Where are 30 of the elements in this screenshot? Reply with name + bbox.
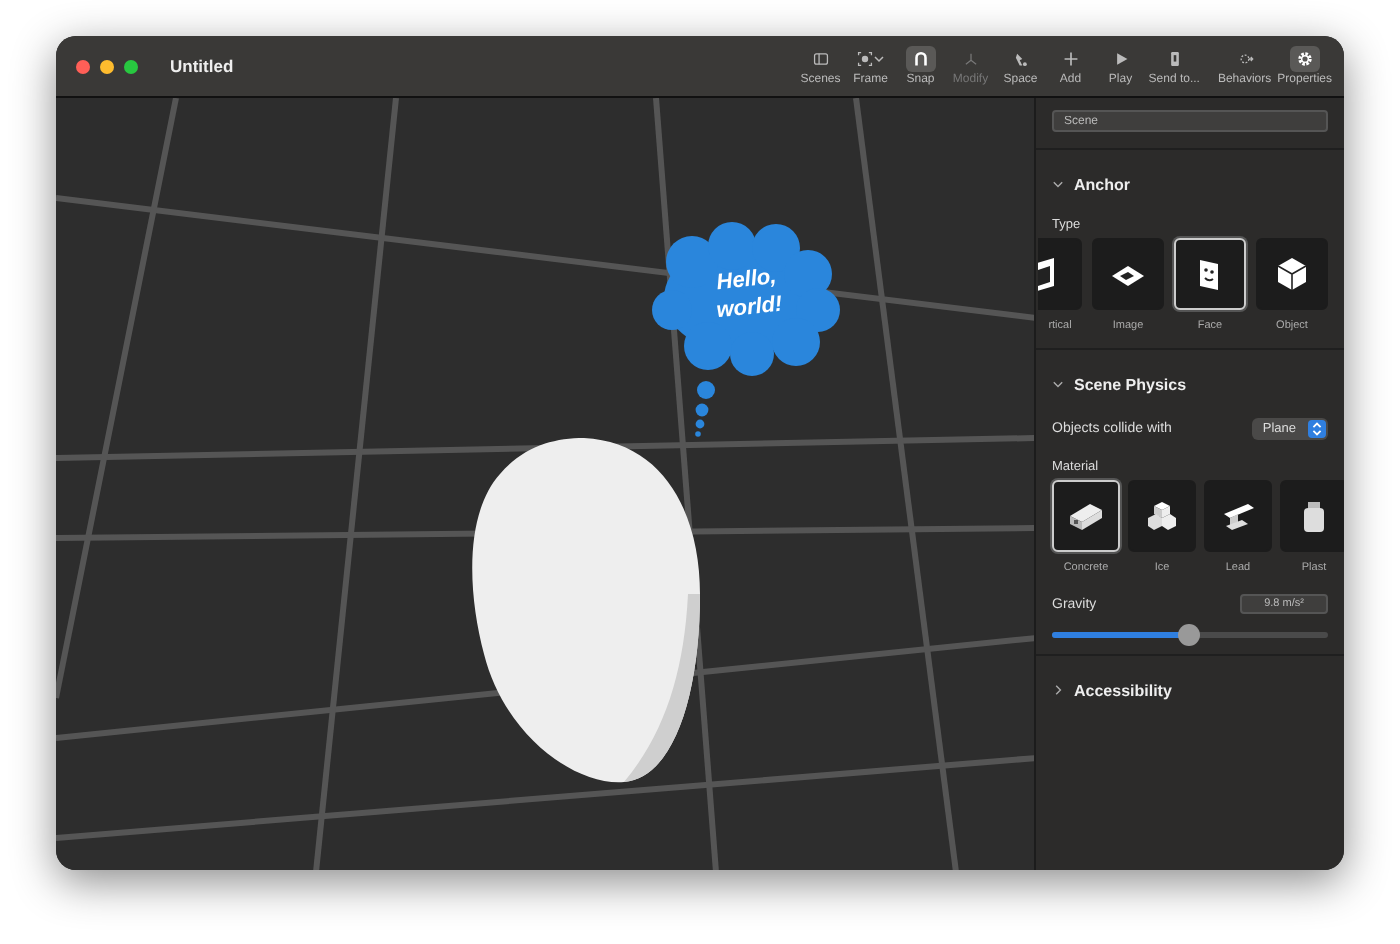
phone-icon [1165, 50, 1184, 68]
axes-icon [961, 50, 980, 68]
bubble-text: Hello, world! [713, 263, 786, 328]
magnet-icon [911, 50, 930, 68]
ice-cubes-icon [1142, 496, 1182, 536]
zoom-button[interactable] [124, 59, 138, 73]
anchor-type-tile[interactable] [1256, 238, 1328, 310]
behaviors-icon [1235, 50, 1254, 68]
window-title: Untitled [170, 56, 236, 76]
material-tile[interactable] [1280, 480, 1344, 552]
settings-icon [1295, 50, 1314, 68]
up-down-chevron-icon [1308, 420, 1326, 438]
anchor-type-tile[interactable] [1092, 238, 1164, 310]
cursor-icon [1011, 50, 1030, 68]
minimize-button[interactable] [100, 59, 114, 73]
sidebar-icon [811, 50, 830, 68]
chevron-icon [1052, 378, 1064, 390]
chevron-icon [1052, 178, 1064, 190]
section-header[interactable]: Scene Physics [1052, 370, 1187, 398]
chevron-icon [1052, 684, 1064, 696]
play-icon [1111, 50, 1130, 68]
section-header[interactable]: Anchor [1052, 170, 1130, 198]
material-tile[interactable] [1128, 480, 1196, 552]
plus-icon [1061, 50, 1080, 68]
close-button[interactable] [76, 59, 90, 73]
section-header[interactable]: Accessibility [1052, 676, 1172, 704]
scene-viewport[interactable]: Hello, world! [56, 98, 1034, 870]
material-tile[interactable] [1204, 480, 1272, 552]
frame-icon [856, 50, 875, 68]
cube-icon [1272, 254, 1312, 294]
